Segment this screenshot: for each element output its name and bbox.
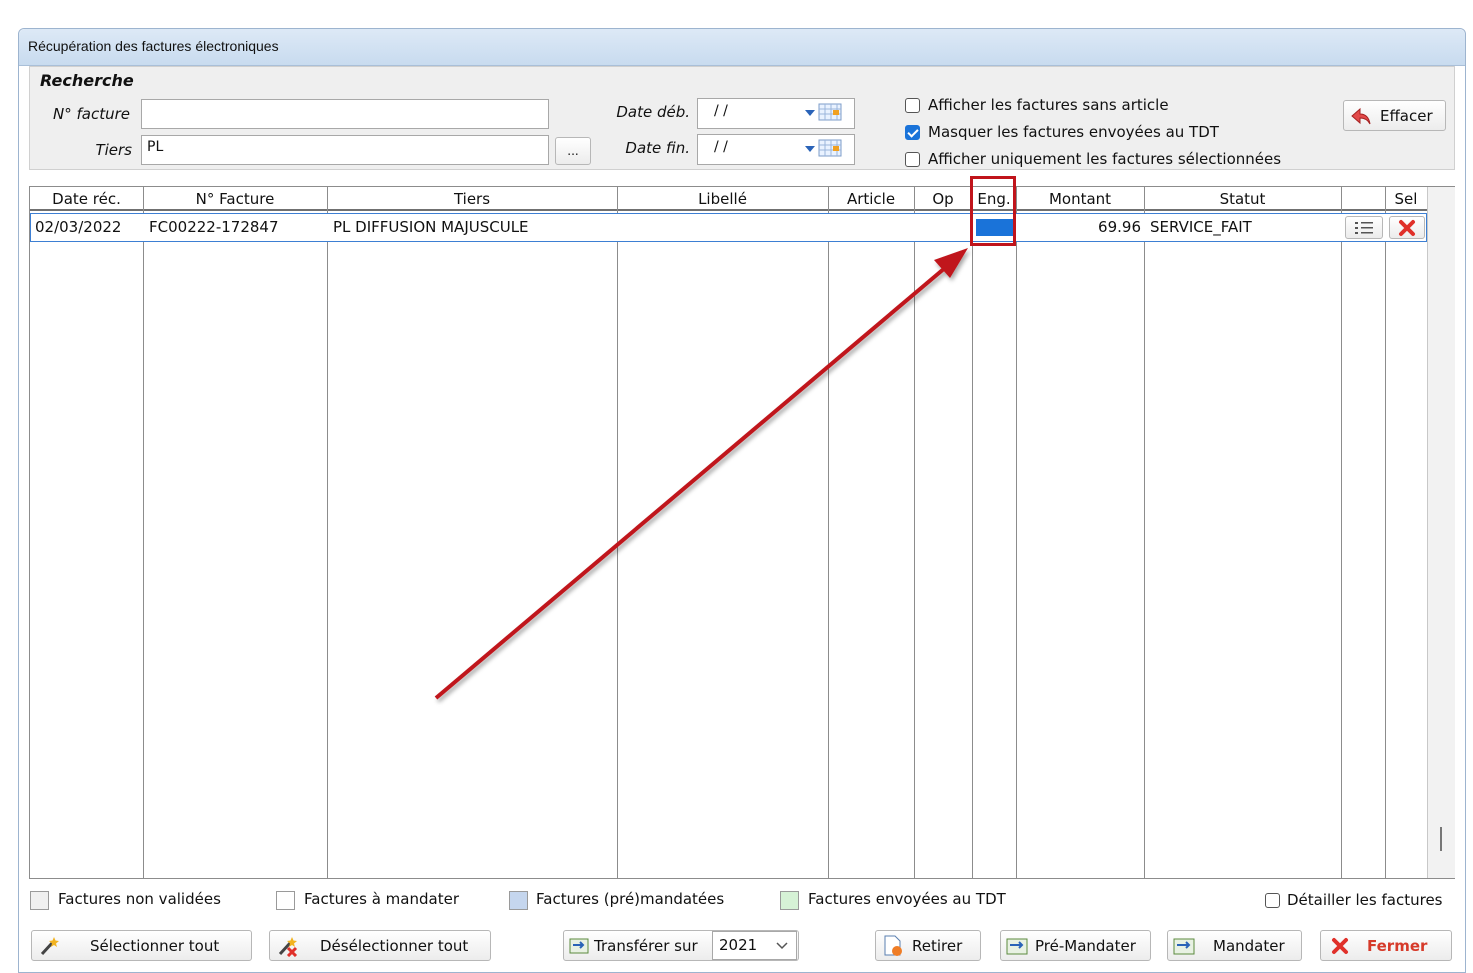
clear-button-label: Effacer xyxy=(1380,106,1433,125)
transfer-label: Transférer sur xyxy=(594,936,698,955)
date-start-input[interactable]: / / xyxy=(697,98,855,129)
tiers-label: Tiers xyxy=(95,141,132,159)
undo-arrow-icon xyxy=(1351,107,1371,124)
list-icon xyxy=(1355,221,1373,234)
calendar-icon[interactable] xyxy=(818,138,844,158)
clear-button[interactable]: Effacer xyxy=(1343,100,1446,131)
mandate-button[interactable]: Mandater xyxy=(1167,930,1302,961)
pre-mandate-label: Pré-Mandater xyxy=(1035,936,1136,955)
pre-mandate-icon xyxy=(1006,938,1028,954)
date-end-value: / / xyxy=(714,139,728,155)
option-checkbox-selected-only[interactable] xyxy=(905,152,920,167)
legend-label-mandated: Factures (pré)mandatées xyxy=(536,890,725,908)
chevron-down-icon xyxy=(776,942,788,950)
search-title: Recherche xyxy=(40,71,134,90)
select-all-button[interactable]: Sélectionner tout xyxy=(31,930,252,961)
legend-swatch-sent-tdt xyxy=(780,891,799,910)
col-header-invoice[interactable]: N° Facture xyxy=(143,187,327,211)
title-bar: Récupération des factures électroniques xyxy=(19,29,1465,66)
transfer-icon xyxy=(569,938,589,953)
col-header-op[interactable]: Op xyxy=(914,187,972,211)
cell-montant: 69.96 xyxy=(1098,218,1141,236)
col-header-tiers[interactable]: Tiers xyxy=(327,187,617,211)
legend-swatch-mandated xyxy=(509,891,528,910)
calendar-icon[interactable] xyxy=(818,102,844,122)
scrollbar-thumb[interactable] xyxy=(1440,827,1442,851)
row-select-toggle[interactable] xyxy=(1389,216,1425,239)
cell-date: 02/03/2022 xyxy=(35,218,122,236)
select-all-label: Sélectionner tout xyxy=(90,936,220,955)
date-end-input[interactable]: / / xyxy=(697,134,855,165)
column-divider xyxy=(1341,187,1342,878)
date-start-value: / / xyxy=(714,103,728,119)
red-cross-icon xyxy=(1399,219,1415,236)
legend-label-not-validated: Factures non validées xyxy=(58,890,221,908)
year-select-value: 2021 xyxy=(719,936,758,954)
search-panel: Recherche N° facture Tiers PL ... Date d… xyxy=(29,66,1455,170)
legend-swatch-to-mandate xyxy=(276,891,295,910)
remove-label: Retirer xyxy=(912,936,963,955)
invoice-number-label: N° facture xyxy=(53,105,130,123)
option-label-selected-only: Afficher uniquement les factures sélecti… xyxy=(928,150,1282,168)
option-checkbox-hide-sent[interactable] xyxy=(905,125,920,140)
vertical-scrollbar[interactable] xyxy=(1427,187,1455,878)
close-button[interactable]: Fermer xyxy=(1320,930,1452,961)
dropdown-arrow-icon[interactable] xyxy=(804,142,816,154)
legend-swatch-not-validated xyxy=(30,891,49,910)
date-end-label: Date fin. xyxy=(625,139,690,157)
mandate-icon xyxy=(1173,938,1195,954)
close-label: Fermer xyxy=(1367,936,1428,955)
column-divider xyxy=(1016,187,1017,878)
option-label-hide-sent: Masquer les factures envoyées au TDT xyxy=(928,123,1219,141)
deselect-all-button[interactable]: Désélectionner tout xyxy=(269,930,491,961)
column-divider xyxy=(1385,187,1386,878)
option-label-no-article: Afficher les factures sans article xyxy=(928,96,1169,114)
col-header-date[interactable]: Date réc. xyxy=(30,187,143,211)
tiers-input[interactable]: PL xyxy=(141,135,549,165)
tiers-browse-button[interactable]: ... xyxy=(555,137,591,165)
annotation-arrow-icon xyxy=(434,248,968,700)
mandate-label: Mandater xyxy=(1213,936,1285,955)
date-start-label: Date déb. xyxy=(616,103,690,121)
column-divider xyxy=(1144,187,1145,878)
col-header-montant[interactable]: Montant xyxy=(1016,187,1144,211)
detail-invoices-checkbox[interactable] xyxy=(1265,893,1280,908)
column-divider xyxy=(143,187,144,878)
legend-label-to-mandate: Factures à mandater xyxy=(304,890,459,908)
col-header-statut[interactable]: Statut xyxy=(1144,187,1341,211)
col-header-libelle[interactable]: Libellé xyxy=(617,187,828,211)
col-header-sel[interactable]: Sel xyxy=(1385,187,1427,211)
detail-invoices-label: Détailler les factures xyxy=(1287,891,1443,909)
dropdown-arrow-icon[interactable] xyxy=(804,106,816,118)
pre-mandate-button[interactable]: Pré-Mandater xyxy=(1000,930,1151,961)
deselect-all-label: Désélectionner tout xyxy=(320,936,469,955)
magic-wand-icon xyxy=(40,936,59,955)
col-header-detail xyxy=(1341,187,1385,211)
remove-button[interactable]: Retirer xyxy=(875,930,981,961)
cell-invoice: FC00222-172847 xyxy=(149,218,279,236)
document-remove-icon xyxy=(884,935,902,956)
invoice-number-input[interactable] xyxy=(141,99,549,129)
window-title: Récupération des factures électroniques xyxy=(28,38,279,54)
legend-label-sent-tdt: Factures envoyées au TDT xyxy=(808,890,1006,908)
col-header-article[interactable]: Article xyxy=(828,187,914,211)
cell-statut: SERVICE_FAIT xyxy=(1150,218,1252,236)
magic-wand-cross-icon xyxy=(278,936,298,957)
close-icon xyxy=(1332,937,1348,954)
row-detail-button[interactable] xyxy=(1345,216,1383,239)
column-divider xyxy=(327,187,328,878)
option-checkbox-no-article[interactable] xyxy=(905,98,920,113)
year-select[interactable]: 2021 xyxy=(712,931,797,960)
